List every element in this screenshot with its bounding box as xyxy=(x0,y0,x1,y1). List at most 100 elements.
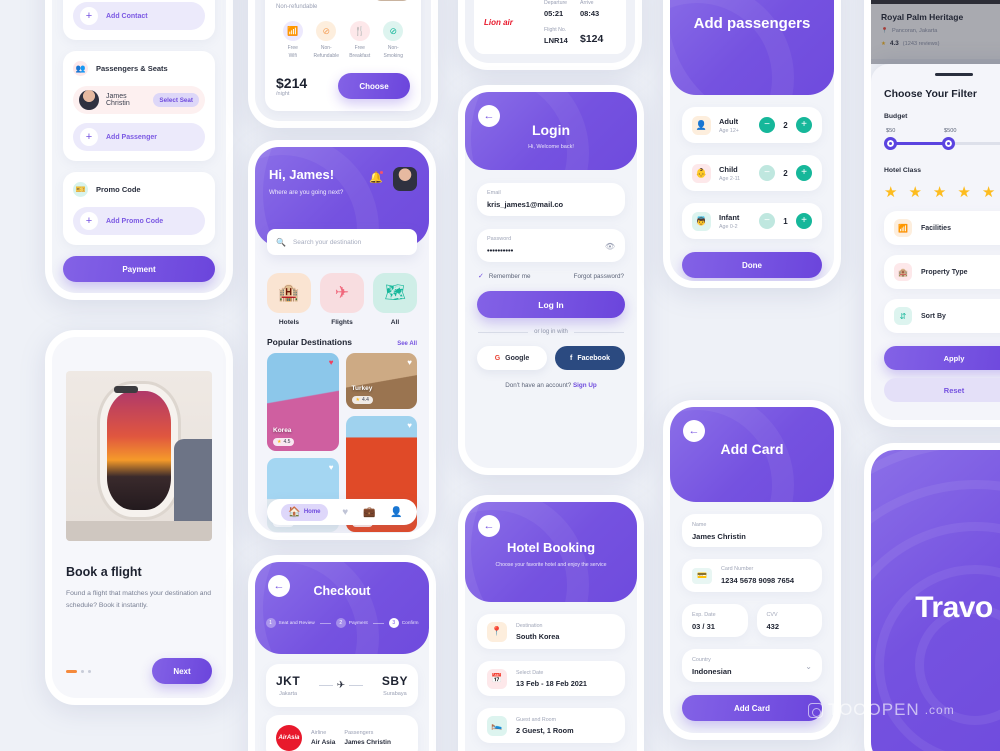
slider-knob-max[interactable] xyxy=(942,137,955,150)
back-icon[interactable]: ← xyxy=(478,105,500,127)
country-value: Indonesian xyxy=(692,667,732,676)
bell-icon[interactable]: 🔔 xyxy=(369,170,384,184)
dot[interactable] xyxy=(88,669,91,673)
search-icon: 🔍 xyxy=(276,237,286,247)
filter-row-property-type[interactable]: 🏨 Property Type xyxy=(884,255,1000,289)
add-passengers-header: ← Add passengers xyxy=(670,0,834,95)
star-icon[interactable]: ★ xyxy=(908,183,921,201)
dot-active[interactable] xyxy=(66,669,77,673)
guest-room-field[interactable]: 🛌 Guest and Room 2 Guest, 1 Room xyxy=(477,708,625,743)
filter-row-label: Facilities xyxy=(921,224,951,232)
increment-button[interactable]: + xyxy=(796,117,812,133)
sheet-overlay[interactable] xyxy=(871,0,1000,64)
decrement-button[interactable]: − xyxy=(759,117,775,133)
heart-icon[interactable]: ♥ xyxy=(407,421,412,430)
passengers-value: James Christin xyxy=(344,739,391,746)
passenger-row[interactable]: James Christin Select Seat xyxy=(73,86,205,114)
remember-checkbox[interactable]: ✓ xyxy=(478,272,484,280)
nav-item-home[interactable]: 🏠 Home xyxy=(281,503,328,521)
category-flights[interactable]: ✈ Flights xyxy=(320,273,364,326)
airline-value: Air Asia xyxy=(311,739,336,746)
category-all[interactable]: 🗺 All xyxy=(373,273,417,326)
star-icon[interactable]: ★ xyxy=(884,183,897,201)
divider-label: or log in with xyxy=(534,329,568,335)
cvv-field[interactable]: CVV 432 xyxy=(756,604,822,637)
login-button[interactable]: Log In xyxy=(477,291,625,318)
search-input[interactable]: 🔍 Search your destination xyxy=(267,229,417,255)
user-avatar[interactable] xyxy=(393,167,417,191)
passenger-type: Adult xyxy=(719,116,739,126)
heart-icon[interactable]: ♥ xyxy=(407,358,412,367)
decrement-button[interactable]: − xyxy=(759,213,775,229)
screen-room-card: King Bed Only Room Room Size : 24 m2 Non… xyxy=(248,0,438,128)
step-3[interactable]: 3 Confirm xyxy=(388,618,419,628)
heart-icon[interactable]: ♥ xyxy=(329,358,334,367)
next-button[interactable]: Next xyxy=(152,658,212,684)
flight-no-label: Flight No. xyxy=(544,27,567,33)
heart-icon[interactable]: ♥ xyxy=(342,507,348,518)
passenger-count: 1 xyxy=(783,216,788,226)
filter-row-facilities[interactable]: 📶 Facilities xyxy=(884,211,1000,245)
sign-up-link[interactable]: Sign Up xyxy=(573,382,597,389)
step-2[interactable]: 2 Payment xyxy=(335,618,368,628)
done-button[interactable]: Done xyxy=(682,252,822,278)
add-passenger-button[interactable]: + Add Passenger xyxy=(73,123,205,151)
apply-button[interactable]: Apply xyxy=(884,346,1000,370)
choose-button[interactable]: Choose xyxy=(338,73,410,99)
cardholder-name-field[interactable]: Name James Christin xyxy=(682,514,822,547)
add-card-button[interactable]: Add Card xyxy=(682,695,822,721)
origin-city: Jakarta xyxy=(279,691,298,697)
step-1[interactable]: 1 Seat and Review xyxy=(265,618,315,628)
airplane-window-image xyxy=(66,371,212,541)
destination-card-turkey[interactable]: ♥ Turkey ★ 4.4 xyxy=(345,353,417,409)
email-field[interactable]: Email kris_james1@mail.co xyxy=(477,183,625,216)
decrement-button[interactable]: − xyxy=(759,165,775,181)
category-hotels[interactable]: 🏨 Hotels xyxy=(267,273,311,326)
passenger-type: Infant xyxy=(719,212,740,222)
category-label: Hotels xyxy=(278,319,300,326)
destination-name: Korea xyxy=(273,427,292,434)
payment-button[interactable]: Payment xyxy=(63,256,215,282)
star-icon[interactable]: ★ xyxy=(982,183,995,201)
passenger-count: 2 xyxy=(783,168,788,178)
chevron-down-icon: ⌄ xyxy=(805,662,812,671)
dot[interactable] xyxy=(81,669,84,673)
profile-icon[interactable]: 👤 xyxy=(390,507,402,518)
exp-date-field[interactable]: Exp. Date 03 / 31 xyxy=(682,604,748,637)
add-contact-button[interactable]: + Add Contact xyxy=(73,2,205,30)
google-login-button[interactable]: G Google xyxy=(477,346,547,370)
back-icon[interactable]: ← xyxy=(268,575,290,597)
sheet-handle[interactable] xyxy=(935,73,973,76)
facebook-login-button[interactable]: f Facebook xyxy=(555,346,625,370)
forgot-password-link[interactable]: Forgot password? xyxy=(574,273,624,280)
star-icon[interactable]: ★ xyxy=(957,183,970,201)
cutlery-icon: 🍴 xyxy=(349,21,370,41)
password-field[interactable]: Password •••••••••• 👁 xyxy=(477,229,625,262)
slider-knob-min[interactable] xyxy=(884,137,897,150)
add-promo-button[interactable]: + Add Promo Code xyxy=(73,207,205,235)
pin-icon: 📍 xyxy=(487,621,507,642)
wifi-icon: 📶 xyxy=(282,21,303,41)
card-number-field[interactable]: 💳 Card Number 1234 5678 9098 7654 xyxy=(682,559,822,592)
calendar-icon: 📅 xyxy=(487,668,507,689)
date-field[interactable]: 📅 Select Date 13 Feb - 18 Feb 2021 xyxy=(477,661,625,696)
heart-icon[interactable]: ♥ xyxy=(329,463,334,472)
budget-range-slider[interactable]: $50 $500 xyxy=(884,128,1000,154)
back-icon[interactable]: ← xyxy=(478,515,500,537)
bag-icon[interactable]: 💼 xyxy=(363,507,375,518)
select-seat-button[interactable]: Select Seat xyxy=(153,93,199,107)
increment-button[interactable]: + xyxy=(796,213,812,229)
nav-label: Home xyxy=(303,509,321,515)
increment-button[interactable]: + xyxy=(796,165,812,181)
eye-off-icon[interactable]: 👁 xyxy=(605,242,615,251)
airasia-logo: AirAsia xyxy=(276,725,302,751)
filter-row-sort-by[interactable]: ⇵ Sort By xyxy=(884,299,1000,333)
destination-card-korea[interactable]: ♥ Korea ★ 4.5 xyxy=(267,353,339,451)
add-card-header: ← Add Card xyxy=(670,407,834,502)
back-icon[interactable]: ← xyxy=(683,420,705,442)
see-all-link[interactable]: See All xyxy=(397,341,417,347)
reset-button[interactable]: Reset xyxy=(884,378,1000,402)
country-select[interactable]: Country Indonesian ⌄ xyxy=(682,649,822,682)
star-icon[interactable]: ★ xyxy=(933,183,946,201)
destination-field[interactable]: 📍 Destination South Korea xyxy=(477,614,625,649)
